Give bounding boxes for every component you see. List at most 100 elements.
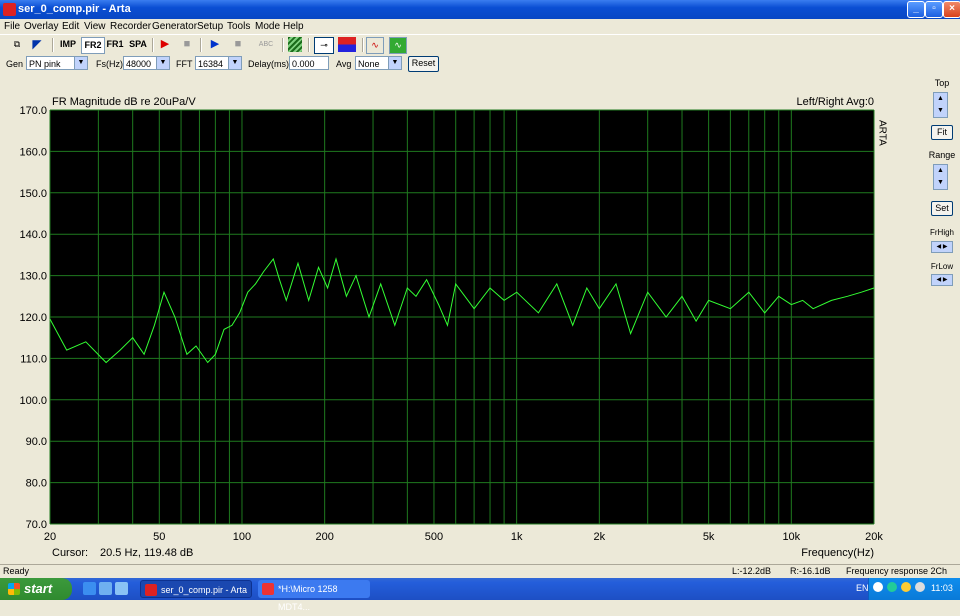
range-spinner[interactable]: ▲ ▼	[933, 164, 948, 190]
delay-label: Delay(ms)	[248, 59, 290, 69]
y-tick-label: 70.0	[26, 519, 47, 531]
record-icon[interactable]: ▶	[158, 37, 172, 52]
menu-mode[interactable]: Mode	[255, 21, 280, 32]
toolbar-separator	[282, 38, 284, 52]
top-spinner[interactable]: ▲ ▼	[933, 92, 948, 118]
pointer-icon[interactable]: ◤	[30, 37, 44, 52]
channel-avg-label: Left/Right Avg:0	[797, 96, 874, 108]
plot-panel: 20 50 100 200 500 1k 2k 5k 10k 20k 170.0 160.0 150.0…	[0, 74, 924, 563]
maximize-button[interactable]: ▫	[925, 1, 943, 18]
gen-select[interactable]: PN pink ▼	[26, 56, 88, 70]
x-tick-label: 100	[233, 531, 251, 543]
frlow-label: FrLow	[930, 262, 954, 271]
channels-icon[interactable]	[338, 37, 356, 52]
toolbar-separator	[52, 38, 54, 52]
fr-chart[interactable]: 20 50 100 200 500 1k 2k 5k 10k 20k 170.0 160.0 150.0…	[0, 74, 924, 563]
close-button[interactable]: ×	[943, 1, 960, 18]
overlay-icon[interactable]	[288, 37, 302, 52]
fft-value: 16384	[198, 59, 224, 69]
cursor-label: Cursor:	[52, 547, 88, 559]
stop-icon[interactable]: ■	[180, 37, 194, 52]
status-right-level: R:-16.1dB	[790, 566, 831, 576]
status-mode: Frequency response 2Ch	[846, 566, 948, 576]
y-tick-label: 100.0	[19, 395, 47, 407]
minimize-button[interactable]: _	[907, 1, 925, 18]
task-micro[interactable]: *H:\Micro 1258 MDT4...	[258, 580, 370, 612]
x-tick-label: 50	[153, 531, 165, 543]
fs-select[interactable]: 48000 ▼	[123, 56, 170, 70]
menu-edit[interactable]: Edit	[62, 21, 79, 32]
y-tick-label: 110.0	[20, 353, 47, 365]
avg-value: None	[358, 59, 380, 69]
delay-input[interactable]: 0.000	[289, 56, 329, 70]
y-tick-label: 160.0	[19, 146, 47, 158]
waveform-green-icon[interactable]: ∿	[389, 37, 407, 54]
x-tick-label: 20k	[865, 531, 883, 543]
play-icon[interactable]: ▶	[208, 37, 222, 52]
document-task-icon	[262, 583, 274, 595]
x-axis-label: Frequency(Hz)	[801, 547, 874, 559]
toolbar-separator	[152, 38, 154, 52]
fr2-button[interactable]: FR2	[81, 37, 105, 54]
imp-button[interactable]: IMP	[58, 37, 78, 52]
right-panel: Top ▲ ▼ Fit Range ▲ ▼ Set FrHigh ◀ ▶ FrLow…	[924, 74, 960, 563]
menu-tools[interactable]: Tools	[227, 21, 250, 32]
explorer-icon[interactable]	[99, 582, 112, 595]
reset-button[interactable]: Reset	[408, 56, 439, 72]
cursor-value: 20.5 Hz, 119.48 dB	[100, 547, 193, 559]
copy-icon[interactable]: ⧉	[10, 37, 24, 52]
waveform-red-icon[interactable]: ∿	[366, 37, 384, 54]
chevron-down-icon: ▼	[388, 57, 401, 69]
app-icon	[3, 3, 16, 16]
x-tick-label: 500	[425, 531, 443, 543]
task-micro-label: *H:\Micro 1258 MDT4...	[278, 584, 338, 612]
fs-value: 48000	[126, 59, 152, 69]
frhigh-spinner[interactable]: ◀ ▶	[931, 241, 953, 253]
system-tray: EN 11:03	[856, 578, 960, 600]
menu-view[interactable]: View	[84, 21, 106, 32]
y-tick-label: 150.0	[19, 188, 47, 200]
security-icon[interactable]	[901, 582, 911, 592]
menu-overlay[interactable]: Overlay	[24, 21, 58, 32]
abc-button[interactable]: ABC	[256, 37, 276, 52]
toolbar-separator	[200, 38, 202, 52]
x-tick-label: 2k	[594, 531, 606, 543]
window-title: ser_0_comp.pir - Arta	[18, 3, 131, 15]
fft-select[interactable]: 16384 ▼	[195, 56, 242, 70]
ie-icon[interactable]	[83, 582, 96, 595]
menu-help[interactable]: Help	[283, 21, 304, 32]
menu-bar: File Overlay Edit View Recorder Generato…	[0, 19, 960, 34]
menu-file[interactable]: File	[4, 21, 20, 32]
fit-button[interactable]: Fit	[931, 125, 953, 140]
y-tick-label: 140.0	[19, 229, 47, 241]
help-icon[interactable]	[873, 582, 883, 592]
task-arta[interactable]: ser_0_comp.pir - Arta	[140, 580, 252, 598]
chevron-down-icon: ▼	[156, 57, 169, 69]
fft-label: FFT	[176, 59, 193, 69]
frhigh-label: FrHigh	[929, 228, 954, 237]
menu-generator[interactable]: Generator	[152, 21, 197, 32]
desktop-icon[interactable]	[115, 582, 128, 595]
language-indicator[interactable]: EN	[856, 583, 869, 593]
range-label: Range	[928, 150, 956, 160]
frlow-spinner[interactable]: ◀ ▶	[931, 274, 953, 286]
volume-icon[interactable]	[915, 582, 925, 592]
toolbar-separator	[308, 38, 310, 52]
chevron-down-icon: ▼	[74, 57, 87, 69]
fs-label: Fs(Hz)	[96, 59, 123, 69]
start-button[interactable]: start	[0, 578, 72, 600]
fr1-button[interactable]: FR1	[105, 37, 125, 52]
y-tick-label: 170.0	[19, 105, 47, 117]
x-tick-label: 10k	[782, 531, 800, 543]
smooth-icon[interactable]: ⊸	[314, 37, 334, 54]
task-arta-label: ser_0_comp.pir - Arta	[161, 585, 248, 595]
avg-select[interactable]: None ▼	[355, 56, 402, 70]
arta-brand: ARTA	[877, 120, 888, 146]
spa-button[interactable]: SPA	[128, 37, 148, 52]
stop-generator-icon[interactable]: ■	[231, 37, 245, 52]
set-button[interactable]: Set	[931, 201, 953, 216]
network-icon[interactable]	[887, 582, 897, 592]
x-tick-label: 5k	[703, 531, 715, 543]
menu-recorder[interactable]: Recorder	[110, 21, 151, 32]
menu-setup[interactable]: Setup	[197, 21, 223, 32]
